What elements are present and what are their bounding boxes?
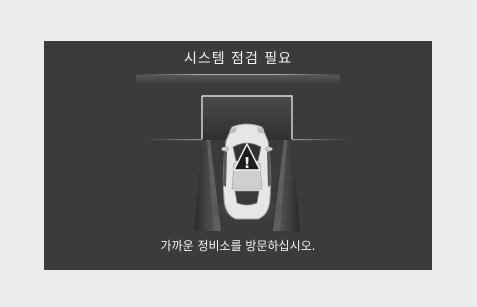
horizon-line-right — [292, 139, 350, 141]
horizon-line-left — [144, 139, 202, 141]
warning-screen: 시스템 점검 필요 ! 가까운 정비소를 방문하십시오. — [44, 41, 432, 270]
svg-text:!: ! — [244, 154, 251, 172]
title-bar: 시스템 점검 필요 — [44, 41, 432, 75]
vehicle-illustration: ! — [144, 95, 350, 231]
page-title: 시스템 점검 필요 — [183, 51, 293, 67]
service-message: 가까운 정비소를 방문하십시오. — [160, 239, 316, 253]
